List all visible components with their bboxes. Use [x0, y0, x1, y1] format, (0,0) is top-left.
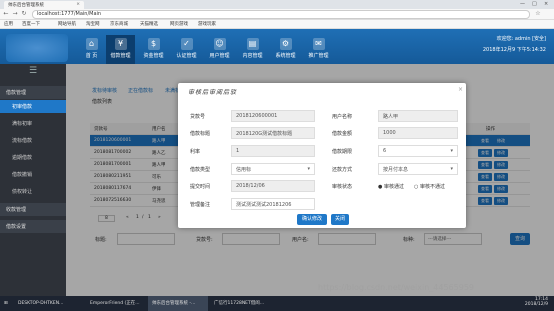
- type-label: 借款类型: [190, 167, 211, 173]
- amount-field: 1000: [378, 127, 458, 139]
- status-pass-radio[interactable]: ● 审核通过: [378, 183, 404, 190]
- header-datetime: 2018年12月9 下午5:14:32: [482, 47, 546, 53]
- sidebar-item-transfer[interactable]: 债权转让: [0, 185, 66, 198]
- repay-select[interactable]: 按月付本息: [378, 163, 458, 175]
- sidebar-group-receive[interactable]: 收款管理: [0, 203, 66, 216]
- welcome-text: 欢迎您: admin [安全]: [496, 36, 546, 42]
- reload-icon[interactable]: ↻: [20, 10, 28, 18]
- promo-icon: ✉: [312, 38, 325, 50]
- submit-time-field: 2018/12/06: [231, 180, 315, 192]
- sidebar-group-settings[interactable]: 借款设置: [0, 220, 66, 233]
- user-icon: ☺: [213, 38, 226, 50]
- home-icon: ⌂: [85, 38, 98, 50]
- forward-icon[interactable]: →: [11, 10, 19, 18]
- close-window-button[interactable]: ×: [544, 1, 548, 7]
- nav-verify[interactable]: ✓ 认证管理: [172, 35, 201, 64]
- sidebar-item-first-review[interactable]: 初审借款: [0, 100, 66, 113]
- period-label: 借款期限: [332, 149, 353, 155]
- url-field[interactable]: localhost:1777/Main/Main: [32, 10, 530, 19]
- submit-time-label: 提交时间: [190, 184, 211, 190]
- taskbar-item-desktop[interactable]: DESKTOP-DHTKEN...: [14, 296, 84, 311]
- bookmark-games[interactable]: 网页游戏: [170, 21, 188, 27]
- menu-toggle-icon[interactable]: ☰: [0, 66, 66, 80]
- period-select[interactable]: 6: [378, 145, 458, 157]
- bookmark-taobao[interactable]: 淘宝网: [86, 21, 100, 27]
- remark-label: 管理备注: [190, 202, 211, 208]
- bookmark-star-icon[interactable]: ☆: [534, 10, 542, 18]
- tab-title: 帅东后台管理系统: [8, 3, 44, 8]
- nav-user[interactable]: ☺ 用户管理: [205, 35, 234, 64]
- verify-icon: ✓: [180, 38, 193, 50]
- minimize-button[interactable]: —: [520, 1, 525, 7]
- user-label: 用户名称: [332, 114, 353, 120]
- sidebar-group-loan[interactable]: 借款管理: [0, 86, 66, 99]
- sidebar-item-cancel[interactable]: 借款撤销: [0, 168, 66, 181]
- bookmark-gamers[interactable]: 游戏玩家: [198, 21, 216, 27]
- nav-content[interactable]: ▤ 内容管理: [238, 35, 267, 64]
- nav-fund[interactable]: $ 资金管理: [139, 35, 168, 64]
- taskbar-item-emperor[interactable]: EmperorFriend (正在...: [86, 296, 146, 311]
- loan-no-field: 2018120600001: [231, 110, 315, 122]
- modal-title: 审核后审阅后驳: [188, 89, 238, 96]
- loan-icon: ¥: [114, 38, 127, 50]
- amount-label: 借款金额: [332, 131, 353, 137]
- confirm-button[interactable]: 确认修改: [297, 214, 327, 225]
- money-icon: $: [147, 38, 160, 50]
- tab-close-icon[interactable]: ×: [76, 2, 80, 7]
- type-select[interactable]: 信用标: [231, 163, 315, 175]
- bookmark-apps[interactable]: 应用: [4, 21, 13, 27]
- status-fail-radio[interactable]: ○ 审核不通过: [414, 183, 445, 190]
- start-icon[interactable]: ⊞: [0, 296, 12, 311]
- browser-tab[interactable]: 帅东后台管理系统 ×: [4, 1, 84, 9]
- nav-home[interactable]: ⌂ 首 页: [77, 35, 106, 64]
- bookmark-jd[interactable]: 京东商城: [110, 21, 128, 27]
- loan-no-label: 贷款号: [190, 114, 206, 120]
- bookmark-nav[interactable]: 网站导航: [58, 21, 76, 27]
- taskbar-item-browser[interactable]: 帅东后台管理系统 -...: [148, 296, 208, 311]
- bookmark-baidu[interactable]: 百度一下: [22, 21, 40, 27]
- rate-field: 1: [231, 145, 315, 157]
- sidebar-item-overdue[interactable]: 逾期借款: [0, 151, 66, 164]
- cancel-button[interactable]: 关闭: [331, 214, 349, 225]
- clock-date: 2018/12/9: [524, 302, 548, 307]
- nav-promo[interactable]: ✉ 推广管理: [304, 35, 333, 64]
- taskbar-item-other[interactable]: 广信行11728NET借阅...: [210, 296, 278, 311]
- sidebar-item-failed-loan[interactable]: 流标借款: [0, 134, 66, 147]
- repay-label: 还款方式: [332, 167, 353, 173]
- bookmarks-bar: [0, 20, 554, 29]
- system-tray: 17:14 2018/12/9: [525, 297, 548, 307]
- user-field: 路人甲: [378, 110, 458, 122]
- content-icon: ▤: [246, 38, 259, 50]
- app-logo: [6, 34, 68, 62]
- nav-system[interactable]: ⚙ 系统管理: [271, 35, 300, 64]
- status-label: 审核状态: [332, 184, 353, 190]
- bookmark-tmall[interactable]: 天猫精选: [140, 21, 158, 27]
- back-icon[interactable]: ←: [2, 10, 10, 18]
- loan-title-label: 借款标题: [190, 131, 211, 137]
- watermark: https://blog.csdn.net/weixin_44565959: [318, 283, 475, 292]
- close-icon[interactable]: ×: [458, 86, 463, 93]
- system-icon: ⚙: [279, 38, 292, 50]
- sidebar-item-full-review[interactable]: 满标初审: [0, 117, 66, 130]
- loan-title-field: 2018120G测试借款标题: [231, 127, 315, 139]
- remark-input[interactable]: 测试测试测试20181206: [231, 198, 315, 210]
- rate-label: 利率: [190, 149, 201, 155]
- maximize-button[interactable]: □: [532, 1, 537, 7]
- nav-loan[interactable]: ¥ 借款管理: [106, 35, 135, 64]
